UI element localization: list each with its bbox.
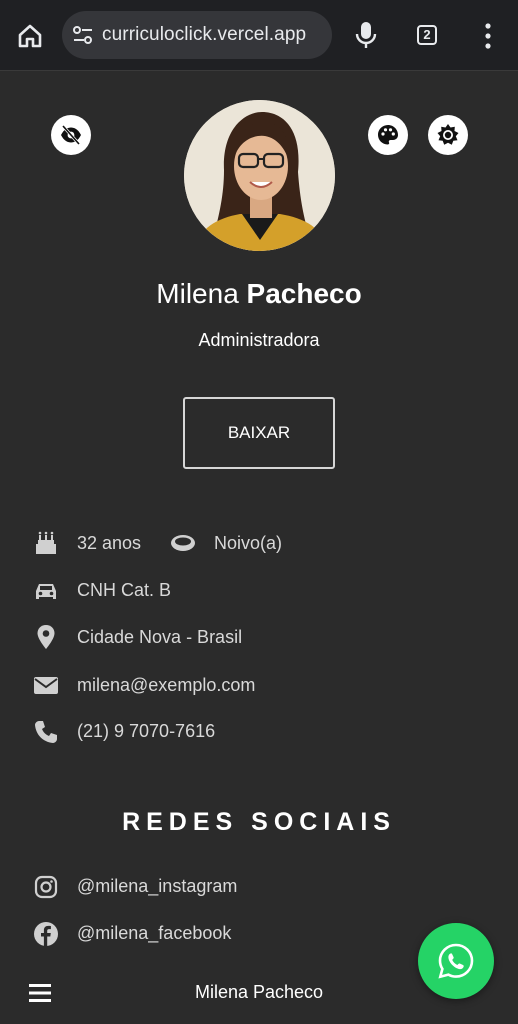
palette-icon [378, 125, 398, 145]
facebook-link[interactable]: @milena_facebook [77, 923, 231, 944]
facebook-icon [34, 922, 58, 946]
first-name: Milena [156, 278, 239, 309]
ring-icon [171, 535, 195, 551]
palette-button[interactable] [368, 115, 408, 155]
location-pin-icon [37, 625, 55, 649]
phone-text[interactable]: (21) 9 7070-7616 [77, 721, 215, 742]
social-section-title: REDES SOCIAIS [122, 808, 396, 836]
home-icon[interactable] [16, 22, 44, 50]
url-text[interactable]: curriculoclick.vercel.app [102, 24, 306, 46]
download-button[interactable]: BAIXAR [183, 397, 335, 469]
avatar [184, 100, 335, 251]
more-vert-icon[interactable] [478, 22, 498, 50]
address-bar[interactable]: curriculoclick.vercel.app [62, 11, 332, 59]
email-text[interactable]: milena@exemplo.com [77, 675, 255, 696]
phone-icon [35, 721, 57, 743]
instagram-icon [34, 875, 58, 899]
whatsapp-icon [438, 943, 474, 979]
last-name: Pacheco [246, 278, 362, 309]
brightness-icon [437, 124, 459, 145]
marital-status-text: Noivo(a) [214, 533, 283, 553]
profile-name: Milena Pacheco [0, 278, 518, 310]
birthday-cake-icon [36, 531, 56, 554]
license-text: CNH Cat. B [77, 580, 172, 600]
tabs-button[interactable]: 2 [417, 25, 437, 45]
eye-off-icon [61, 125, 81, 145]
profile-photo [184, 100, 335, 251]
theme-toggle-button[interactable] [428, 115, 468, 155]
envelope-icon [34, 677, 58, 694]
profile-role: Administradora [198, 330, 320, 350]
age-text: 32 anos [77, 533, 142, 553]
microphone-icon[interactable] [352, 20, 380, 50]
hide-button[interactable] [51, 115, 91, 155]
whatsapp-button[interactable] [418, 923, 494, 999]
instagram-link[interactable]: @milena_instagram [77, 876, 237, 897]
site-settings-icon[interactable] [72, 25, 94, 45]
browser-toolbar: curriculoclick.vercel.app 2 [0, 0, 518, 71]
car-icon [36, 584, 56, 599]
location-text: Cidade Nova - Brasil [77, 627, 243, 647]
